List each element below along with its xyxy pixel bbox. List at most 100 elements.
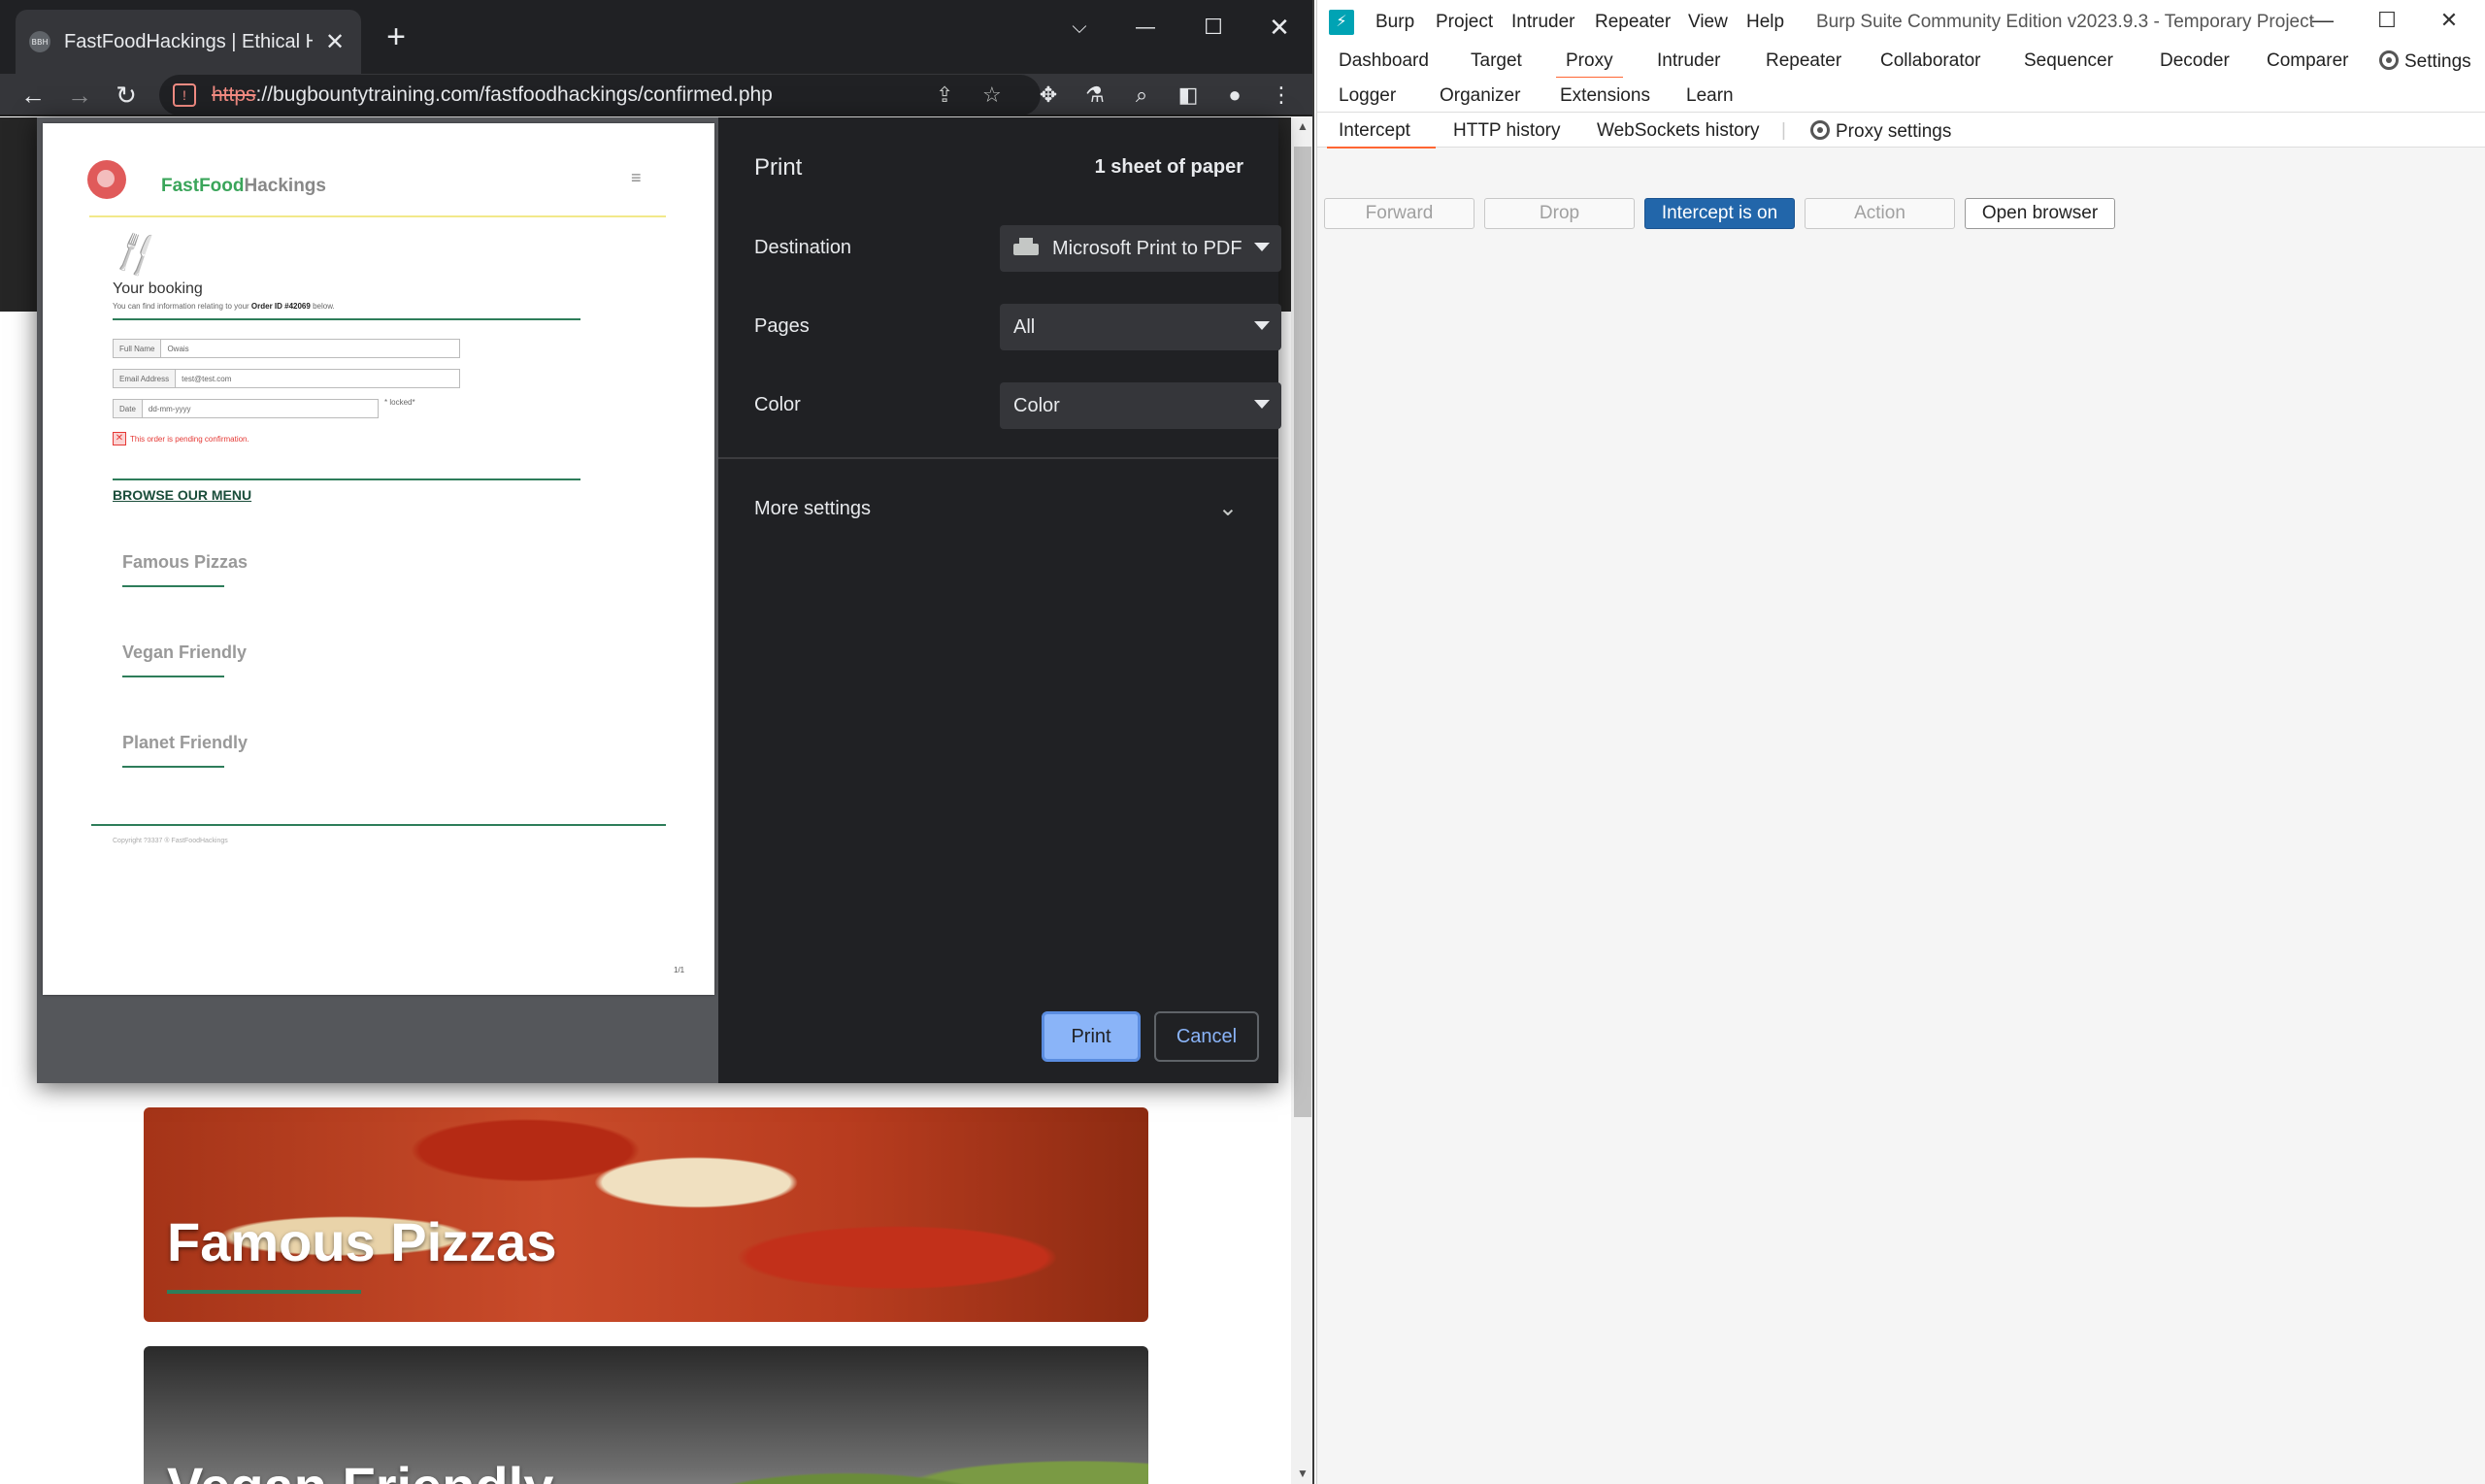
url-scheme: https xyxy=(212,83,256,106)
tab-extensions[interactable]: Extensions xyxy=(1560,85,1650,107)
intercept-panel: Forward Drop Intercept is on Action Open… xyxy=(1317,148,2485,1484)
open-browser-button[interactable]: Open browser xyxy=(1965,198,2115,229)
menu-project[interactable]: Project xyxy=(1436,12,1493,33)
side-panel-icon[interactable]: ◧ xyxy=(1173,80,1204,111)
browser-toolbar: ← → ↻ ! https://bugbountytraining.com/fa… xyxy=(0,74,1312,116)
subtab-websockets-history[interactable]: WebSockets history xyxy=(1597,120,1760,142)
burp-main-tabs-row1: Dashboard Target Proxy Intruder Repeater… xyxy=(1317,43,2485,80)
not-secure-icon[interactable]: ! xyxy=(173,83,196,107)
minimize-icon[interactable]: — xyxy=(1116,8,1175,47)
footer-divider xyxy=(91,824,666,826)
booking-heading: Your booking xyxy=(113,280,203,297)
extensions-icon[interactable]: ✥ xyxy=(1033,80,1064,111)
fork-icon: 🍴 xyxy=(106,224,167,282)
scrollbar-thumb[interactable] xyxy=(1294,147,1311,1117)
reload-icon[interactable]: ↻ xyxy=(109,78,144,113)
maximize-icon[interactable]: ☐ xyxy=(1184,8,1242,47)
field-value: Owais xyxy=(167,344,189,353)
error-icon: ✕ xyxy=(113,432,126,445)
print-settings-panel: Print 1 sheet of paper Destination Micro… xyxy=(718,117,1281,1083)
tab-collaborator[interactable]: Collaborator xyxy=(1880,50,1981,72)
bookmark-star-icon[interactable]: ☆ xyxy=(982,82,1002,108)
browser-tab[interactable]: BBH FastFoodHackings | Ethical Hacke ✕ xyxy=(16,10,361,74)
subtab-intercept[interactable]: Intercept xyxy=(1327,120,1436,149)
burp-titlebar: ⚡ Burp Project Intruder Repeater View He… xyxy=(1317,0,2485,43)
menu-help[interactable]: Help xyxy=(1746,12,1784,33)
scroll-down-icon[interactable]: ▼ xyxy=(1291,1467,1312,1480)
new-tab-button[interactable]: + xyxy=(379,19,414,54)
tab-close-icon[interactable]: ✕ xyxy=(322,28,348,56)
burp-minimize-icon[interactable]: — xyxy=(2303,8,2342,33)
color-value: Color xyxy=(1013,394,1060,416)
error-text: This order is pending confirmation. xyxy=(130,434,249,444)
forward-icon[interactable]: → xyxy=(62,78,97,113)
destination-label: Destination xyxy=(754,237,852,258)
color-label: Color xyxy=(754,394,801,415)
field-value: test@test.com xyxy=(182,374,232,383)
category-underline xyxy=(122,766,224,768)
chrome-menu-icon[interactable]: ⋮ xyxy=(1266,80,1297,111)
menu-repeater[interactable]: Repeater xyxy=(1595,12,1671,33)
back-icon[interactable]: ← xyxy=(16,78,50,113)
chevron-down-icon[interactable]: ⌄ xyxy=(1218,494,1238,522)
tab-dashboard[interactable]: Dashboard xyxy=(1339,50,1429,72)
tab-settings[interactable]: Settings xyxy=(2379,50,2471,73)
tab-organizer[interactable]: Organizer xyxy=(1440,85,1520,107)
sheet-count: 1 sheet of paper xyxy=(1094,156,1243,178)
drop-button[interactable]: Drop xyxy=(1484,198,1635,229)
pending-error: ✕ This order is pending confirmation. xyxy=(113,432,249,445)
tab-repeater[interactable]: Repeater xyxy=(1766,50,1841,72)
locked-note: * locked* xyxy=(384,398,415,407)
proxy-subtabs: Intercept HTTP history WebSockets histor… xyxy=(1317,113,2485,149)
share-icon[interactable]: ⇪ xyxy=(936,82,953,108)
menu-intruder[interactable]: Intruder xyxy=(1511,12,1574,33)
intercept-toggle-button[interactable]: Intercept is on xyxy=(1644,198,1795,229)
booking-subtext: You can find information relating to you… xyxy=(113,302,335,311)
destination-value: Microsoft Print to PDF xyxy=(1052,237,1242,259)
profile-icon[interactable]: ● xyxy=(1219,80,1250,111)
action-button[interactable]: Action xyxy=(1805,198,1955,229)
labs-icon[interactable]: ⚗ xyxy=(1079,80,1110,111)
field-label: Full Name xyxy=(114,340,162,357)
destination-select[interactable]: Microsoft Print to PDF xyxy=(1000,225,1281,272)
tab-search-icon[interactable]: ⌵ xyxy=(1050,8,1109,47)
menu-card-vegan-friendly[interactable]: Vegan Friendly xyxy=(144,1346,1148,1484)
tab-proxy[interactable]: Proxy xyxy=(1556,50,1623,80)
preview-logo: FastFoodHackings xyxy=(161,176,326,197)
url-path: ://bugbountytraining.com/fastfoodhacking… xyxy=(255,83,773,106)
menu-view[interactable]: View xyxy=(1688,12,1728,33)
subtab-proxy-settings[interactable]: Proxy settings xyxy=(1810,120,1951,143)
field-value: dd-mm-yyyy xyxy=(148,404,191,413)
header-divider xyxy=(89,215,666,217)
site-favicon-icon: BBH xyxy=(29,31,50,52)
menu-card-label: Vegan Friendly xyxy=(167,1455,553,1484)
tab-logger[interactable]: Logger xyxy=(1339,85,1396,107)
page-scrollbar[interactable]: ▲ ▼ xyxy=(1291,117,1312,1484)
burp-app-title: Burp Suite Community Edition v2023.9.3 -… xyxy=(1816,12,2314,32)
search-icon[interactable]: ⌕ xyxy=(1126,80,1157,111)
forward-button[interactable]: Forward xyxy=(1324,198,1474,229)
burp-main-tabs-row2: Logger Organizer Extensions Learn xyxy=(1317,78,2485,113)
tab-comparer[interactable]: Comparer xyxy=(2267,50,2348,72)
tab-sequencer[interactable]: Sequencer xyxy=(2024,50,2113,72)
close-window-icon[interactable]: ✕ xyxy=(1250,8,1309,47)
tab-target[interactable]: Target xyxy=(1471,50,1522,72)
address-bar[interactable]: ! https://bugbountytraining.com/fastfood… xyxy=(159,75,1041,115)
color-select[interactable]: Color xyxy=(1000,382,1281,429)
cancel-button[interactable]: Cancel xyxy=(1154,1011,1259,1062)
tab-decoder[interactable]: Decoder xyxy=(2160,50,2230,72)
scroll-up-icon[interactable]: ▲ xyxy=(1291,119,1312,133)
burp-maximize-icon[interactable]: ☐ xyxy=(2368,8,2406,33)
pages-value: All xyxy=(1013,315,1036,338)
email-field: Email Address test@test.com xyxy=(113,369,460,388)
tab-learn[interactable]: Learn xyxy=(1686,85,1734,107)
tab-intruder[interactable]: Intruder xyxy=(1657,50,1720,72)
burp-close-icon[interactable]: ✕ xyxy=(2430,8,2468,33)
more-settings-toggle[interactable]: More settings xyxy=(754,498,871,520)
menu-burp[interactable]: Burp xyxy=(1375,12,1414,33)
pages-select[interactable]: All xyxy=(1000,304,1281,350)
url-text[interactable]: https://bugbountytraining.com/fastfoodha… xyxy=(212,83,773,107)
menu-card-famous-pizzas[interactable]: Famous Pizzas xyxy=(144,1107,1148,1322)
subtab-http-history[interactable]: HTTP history xyxy=(1453,120,1561,142)
print-button[interactable]: Print xyxy=(1042,1011,1141,1062)
